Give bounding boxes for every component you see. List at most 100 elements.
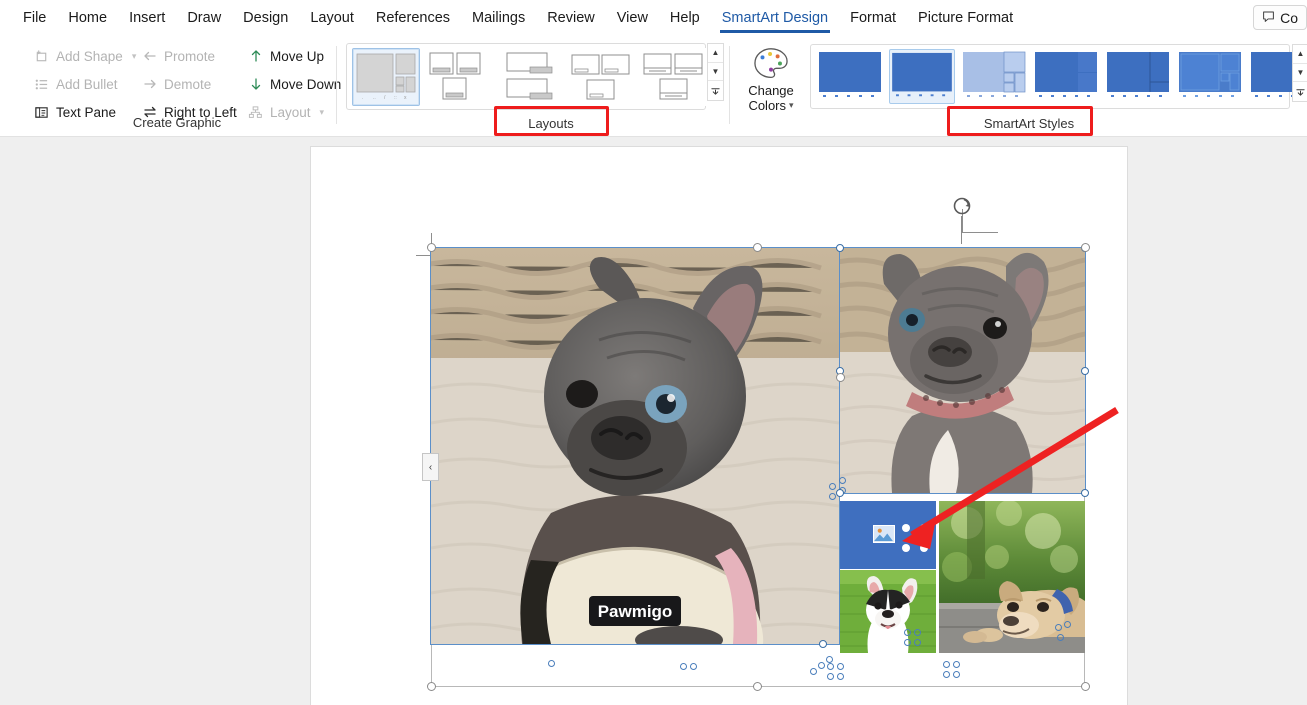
- svg-text:.: .: [362, 95, 363, 101]
- style-thumbnail-moderate-effect[interactable]: [961, 49, 1027, 104]
- tab-smartart-design[interactable]: SmartArt Design: [711, 4, 839, 33]
- text-pane-toggle-button[interactable]: ‹: [422, 453, 439, 481]
- tab-label: SmartArt Design: [721, 9, 829, 26]
- tab-layout[interactable]: Layout: [299, 4, 365, 33]
- rotate-handle-stem: [961, 216, 962, 244]
- shape-handle[interactable]: [1081, 489, 1089, 497]
- group-divider: [336, 46, 337, 124]
- shape-handle[interactable]: [1081, 367, 1089, 375]
- chevron-down-icon[interactable]: ▾: [320, 107, 325, 118]
- arrow-down-icon: [247, 76, 264, 93]
- promote-button[interactable]: Promote: [138, 45, 218, 67]
- picture-placeholder-shape[interactable]: [840, 501, 936, 569]
- tab-label: Review: [547, 9, 595, 26]
- selection-handle-bottom-right[interactable]: [1081, 682, 1090, 691]
- demote-label: Demote: [164, 76, 212, 92]
- layout-thumbnail-three-captioned[interactable]: [424, 47, 492, 106]
- group-label-smartart-styles: SmartArt Styles: [983, 116, 1075, 131]
- layout-thumbnail-three-lined[interactable]: [640, 47, 708, 106]
- rotate-handle[interactable]: [952, 196, 972, 216]
- chevron-down-icon[interactable]: ▾: [132, 51, 137, 62]
- tab-insert[interactable]: Insert: [118, 4, 176, 33]
- smartart-styles-scroll-buttons[interactable]: ▲ ▼: [1292, 44, 1307, 102]
- move-down-label: Move Down: [270, 76, 342, 92]
- styles-scroll-up-button[interactable]: ▲: [1293, 45, 1307, 64]
- tab-review[interactable]: Review: [536, 4, 606, 33]
- tab-references[interactable]: References: [365, 4, 461, 33]
- change-colors-label-line1: Change: [748, 83, 794, 98]
- layouts-more-button[interactable]: [708, 81, 723, 100]
- selection-handle-top-left[interactable]: [427, 243, 436, 252]
- selection-handle-mid-left[interactable]: [836, 373, 845, 382]
- ribbon-group-smartart-styles: Change Colors ▾ ▲ ▼ SmartArt Styles: [734, 36, 1307, 136]
- document-page[interactable]: Pawmigo ‹: [310, 146, 1128, 705]
- layout-thumbnail-picture-grid[interactable]: ... /:: x: [352, 47, 420, 106]
- move-down-button[interactable]: Move Down: [244, 73, 344, 95]
- selection-handle-top-center[interactable]: [753, 243, 762, 252]
- tab-picture-format[interactable]: Picture Format: [907, 4, 1024, 33]
- add-bullet-button[interactable]: Add Bullet: [30, 73, 121, 95]
- picture-shape-grass[interactable]: [840, 570, 936, 653]
- document-canvas[interactable]: Pawmigo ‹: [0, 137, 1307, 705]
- style-thumbnail-intense-effect[interactable]: [1033, 49, 1099, 104]
- tab-format[interactable]: Format: [839, 4, 907, 33]
- shape-handle[interactable]: [836, 244, 844, 252]
- group-label-create-graphic: Create Graphic: [132, 115, 222, 130]
- tab-label: File: [23, 9, 47, 26]
- tab-label: Home: [68, 9, 108, 26]
- chevron-down-icon[interactable]: ▾: [789, 98, 794, 113]
- picture-shape-top-right[interactable]: [839, 247, 1086, 494]
- comments-button[interactable]: Co: [1253, 5, 1307, 30]
- promote-label: Promote: [164, 48, 216, 64]
- move-up-button[interactable]: Move Up: [244, 45, 327, 67]
- picture-placeholder-icon: [873, 525, 895, 543]
- tab-file[interactable]: File: [12, 4, 57, 33]
- style-thumbnail-inset[interactable]: [1177, 49, 1243, 104]
- styles-more-button[interactable]: [1293, 82, 1307, 101]
- selection-handle-bottom-left[interactable]: [427, 682, 436, 691]
- tab-label: Insert: [129, 9, 166, 26]
- layout-thumbnail-three-overlap[interactable]: [568, 47, 636, 106]
- style-thumbnail-subtle-effect[interactable]: [889, 49, 955, 104]
- svg-text:Pawmigo: Pawmigo: [598, 602, 673, 621]
- layouts-scroll-up-button[interactable]: ▲: [708, 44, 723, 63]
- ribbon-surface: Add Shape ▾ Add Bullet Text Pane Promote…: [8, 36, 1307, 136]
- word-window: File Home Insert Draw Design Layout Refe…: [0, 0, 1307, 705]
- tab-help[interactable]: Help: [659, 4, 711, 33]
- tab-design[interactable]: Design: [232, 4, 299, 33]
- style-thumbnail-polished[interactable]: [1105, 49, 1171, 104]
- layouts-scroll-down-button[interactable]: ▼: [708, 63, 723, 82]
- add-shape-label: Add Shape: [56, 48, 123, 64]
- shape-handle[interactable]: [836, 489, 844, 497]
- shape-handle[interactable]: [819, 640, 827, 648]
- layouts-gallery[interactable]: ... /:: x: [346, 43, 708, 110]
- tab-label: Design: [243, 9, 289, 26]
- selection-handle-top-right[interactable]: [1081, 243, 1090, 252]
- color-palette-icon: [752, 46, 790, 83]
- tab-view[interactable]: View: [606, 4, 659, 33]
- svg-text:/: /: [384, 95, 386, 101]
- group-label-layouts: Layouts: [528, 116, 574, 131]
- smartart-styles-gallery[interactable]: [810, 44, 1307, 109]
- demote-button[interactable]: Demote: [138, 73, 214, 95]
- ribbon-group-layouts: ... /:: x ▲ ▼ Layouts: [341, 36, 726, 136]
- tab-mailings[interactable]: Mailings: [461, 4, 536, 33]
- svg-text:x: x: [404, 95, 407, 101]
- selection-handle-bottom-center[interactable]: [753, 682, 762, 691]
- change-colors-button[interactable]: Change Colors ▾: [738, 46, 804, 113]
- tab-home[interactable]: Home: [57, 4, 118, 33]
- picture-shape-main[interactable]: Pawmigo: [430, 247, 840, 645]
- tab-label: Format: [850, 9, 897, 26]
- styles-scroll-down-button[interactable]: ▼: [1293, 64, 1307, 83]
- ribbon-group-create-graphic: Add Shape ▾ Add Bullet Text Pane Promote…: [16, 36, 341, 136]
- tab-draw[interactable]: Draw: [176, 4, 232, 33]
- add-shape-button[interactable]: Add Shape ▾: [30, 45, 139, 67]
- placeholder-dot: [902, 524, 910, 532]
- svg-text:..: ..: [373, 95, 376, 101]
- layouts-scroll-buttons[interactable]: ▲ ▼: [707, 43, 724, 101]
- placeholder-dot: [920, 524, 928, 532]
- style-thumbnail-simple-fill[interactable]: [817, 49, 883, 104]
- layout-thumbnail-two-stacked-caption[interactable]: [496, 47, 564, 106]
- smartart-graphic[interactable]: Pawmigo: [427, 197, 1090, 691]
- picture-shape-pavement[interactable]: [939, 501, 1085, 653]
